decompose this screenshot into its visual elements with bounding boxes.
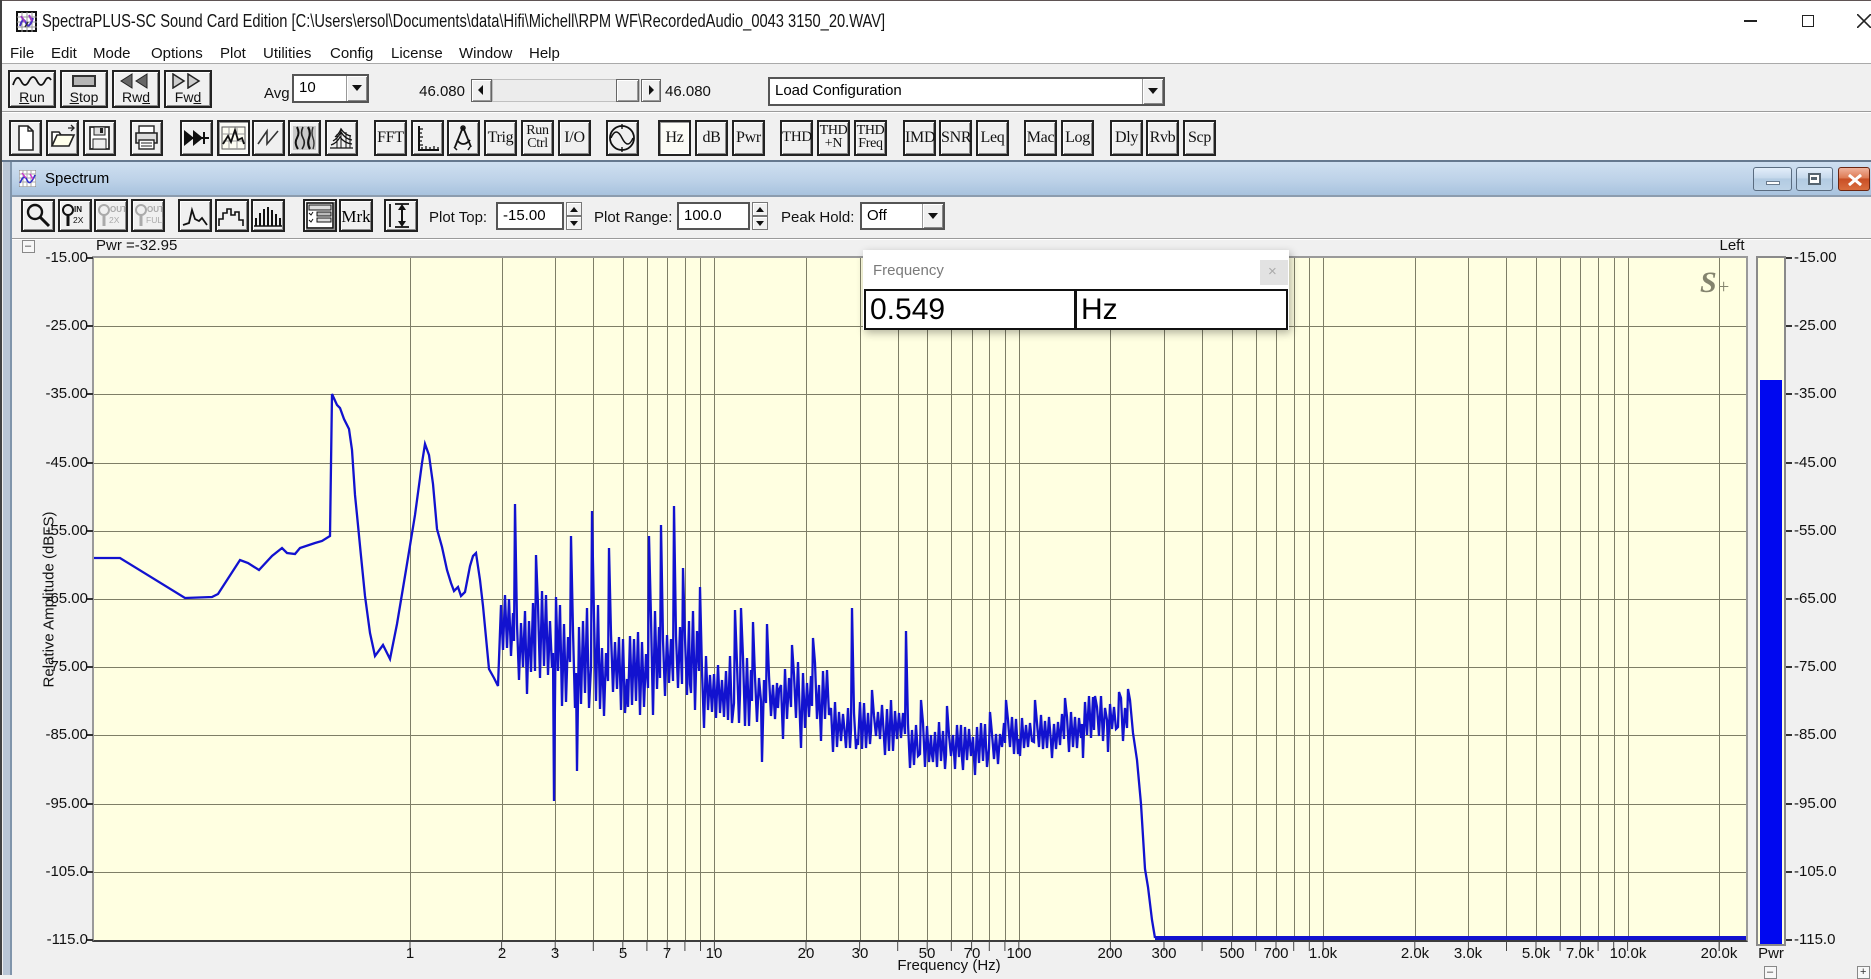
svg-text:OUT: OUT [147, 205, 163, 214]
svg-text:2X: 2X [109, 215, 120, 225]
svg-text:+: + [1718, 276, 1729, 298]
svg-text:FULL: FULL [146, 215, 163, 225]
svg-text:IN: IN [74, 205, 82, 214]
svg-text:S: S [1700, 266, 1717, 299]
svg-text:OUT: OUT [110, 205, 126, 214]
svg-text:2X: 2X [73, 215, 84, 225]
